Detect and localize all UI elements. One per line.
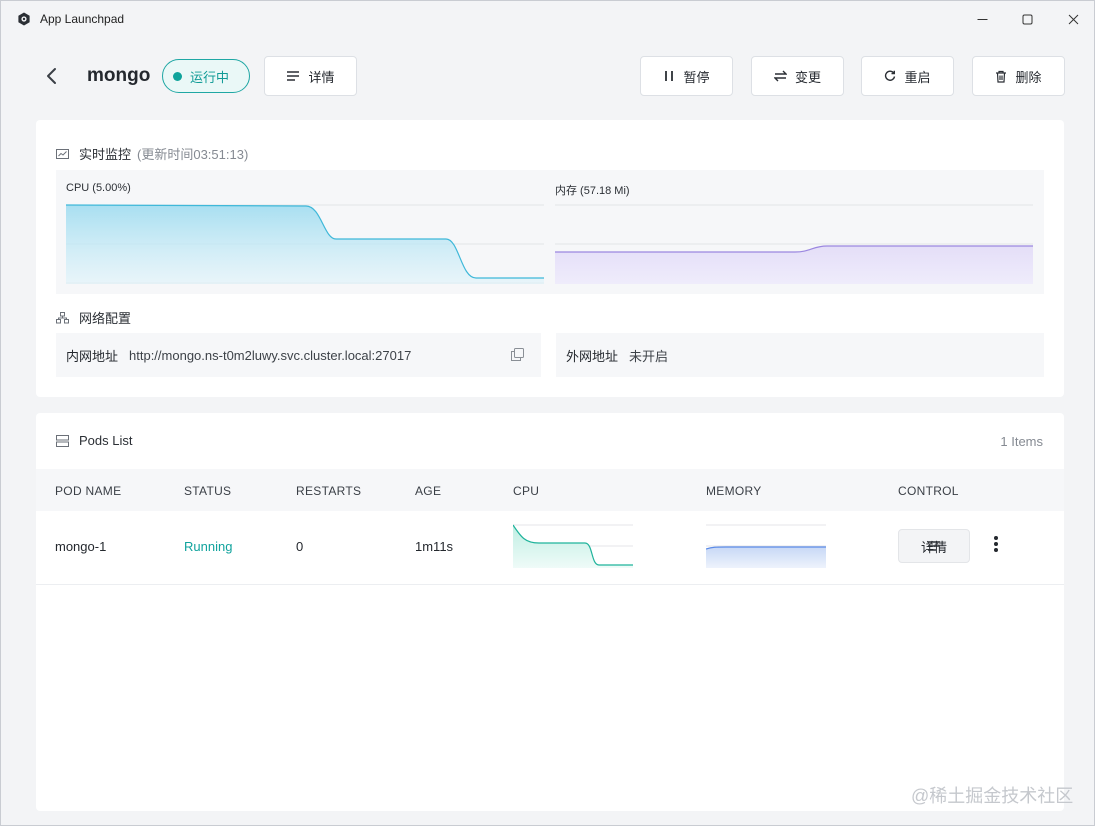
delete-label: 删除: [1015, 69, 1042, 85]
app-window: App Launchpad mongo 运行中 详情 暂停 变更 重启 删除 实…: [0, 0, 1095, 826]
pod-age: 1m11s: [415, 539, 454, 554]
pods-header: Pods List: [56, 433, 132, 448]
col-restarts: RESTARTS: [296, 484, 362, 498]
title-bar: App Launchpad: [1, 1, 1094, 37]
back-arrow-icon[interactable]: [41, 65, 63, 87]
maximize-button[interactable]: [1012, 9, 1042, 29]
minimize-icon: [977, 18, 987, 20]
monitor-chart-icon: [56, 148, 69, 159]
pods-count: 1 Items: [1000, 434, 1043, 449]
internal-address-key: 内网地址: [66, 348, 119, 364]
more-options-button[interactable]: [988, 535, 1004, 557]
pod-detail-button[interactable]: 详情: [898, 529, 970, 563]
minimize-button[interactable]: [967, 9, 997, 29]
trash-icon: [996, 70, 1007, 83]
col-age: AGE: [415, 484, 442, 498]
app-logo-icon: [18, 12, 30, 26]
delete-button[interactable]: 删除: [972, 56, 1065, 96]
status-label: 运行中: [190, 69, 230, 85]
close-button[interactable]: [1058, 9, 1088, 29]
server-list-icon: [56, 434, 69, 447]
window-title: App Launchpad: [40, 12, 125, 26]
swap-icon: [773, 70, 787, 82]
memory-usage-chart: [555, 204, 1033, 284]
external-address-box: 外网地址 未开启: [556, 333, 1044, 377]
col-status: STATUS: [184, 484, 232, 498]
copy-icon[interactable]: [511, 348, 524, 361]
pause-label: 暂停: [683, 69, 710, 85]
monitor-card: 实时监控 (更新时间03:51:13) CPU (5.00%) 内存 (57.1…: [36, 120, 1064, 397]
maximize-icon: [1022, 14, 1032, 24]
pod-name: mongo-1: [55, 539, 107, 554]
network-icon: [56, 311, 69, 323]
col-memory: MEMORY: [706, 484, 762, 498]
monitor-header: 实时监控 (更新时间03:51:13): [56, 144, 248, 163]
col-pod-name: POD NAME: [55, 484, 122, 498]
change-button[interactable]: 变更: [751, 56, 844, 96]
pod-status: Running: [184, 539, 233, 554]
app-detail-button[interactable]: 详情: [264, 56, 357, 96]
monitor-charts: CPU (5.00%) 内存 (57.18 Mi): [56, 170, 1044, 294]
pod-cpu-sparkline: [513, 524, 633, 568]
pods-table-header: POD NAME STATUS RESTARTS AGE CPU MEMORY …: [36, 469, 1064, 511]
internal-address-box: 内网地址 http://mongo.ns-t0m2luwy.svc.cluste…: [56, 333, 541, 377]
more-vertical-icon: [994, 536, 998, 552]
external-address-key: 外网地址: [566, 348, 619, 364]
change-label: 变更: [794, 69, 821, 85]
internal-address-value[interactable]: http://mongo.ns-t0m2luwy.svc.cluster.loc…: [129, 348, 411, 363]
restart-icon: [885, 70, 896, 81]
network-title: 网络配置: [79, 311, 132, 326]
app-detail-label: 详情: [308, 69, 335, 85]
pause-icon: [665, 71, 674, 81]
col-control: CONTROL: [898, 484, 959, 498]
pod-memory-area: [706, 547, 826, 568]
restart-button[interactable]: 重启: [861, 56, 954, 96]
external-address-value: 未开启: [629, 348, 669, 364]
pod-restarts: 0: [296, 539, 304, 554]
pause-button[interactable]: 暂停: [640, 56, 733, 96]
monitor-title: 实时监控: [79, 147, 132, 162]
status-badge: 运行中: [162, 59, 250, 93]
table-row: mongo-1 Running 0 1m11s 详情: [36, 511, 1064, 585]
monitor-updated-time: (更新时间03:51:13): [137, 147, 249, 162]
close-icon: [1068, 14, 1078, 24]
restart-label: 重启: [904, 69, 931, 85]
pods-title: Pods List: [79, 433, 133, 448]
memory-chart-label: 内存 (57.18 Mi): [555, 185, 630, 197]
pod-memory-sparkline: [706, 524, 826, 568]
watermark: @稀土掘金技术社区: [911, 786, 1074, 806]
list-icon: [287, 71, 300, 81]
network-header: 网络配置: [56, 308, 131, 327]
cpu-usage-chart: [66, 204, 544, 284]
pod-detail-label: 详情: [920, 539, 947, 555]
cpu-chart-label: CPU (5.00%): [66, 182, 131, 194]
col-cpu: CPU: [513, 484, 540, 498]
app-name: mongo: [87, 65, 151, 86]
pods-card: Pods List 1 Items POD NAME STATUS RESTAR…: [36, 413, 1064, 811]
status-dot-icon: [173, 71, 182, 81]
